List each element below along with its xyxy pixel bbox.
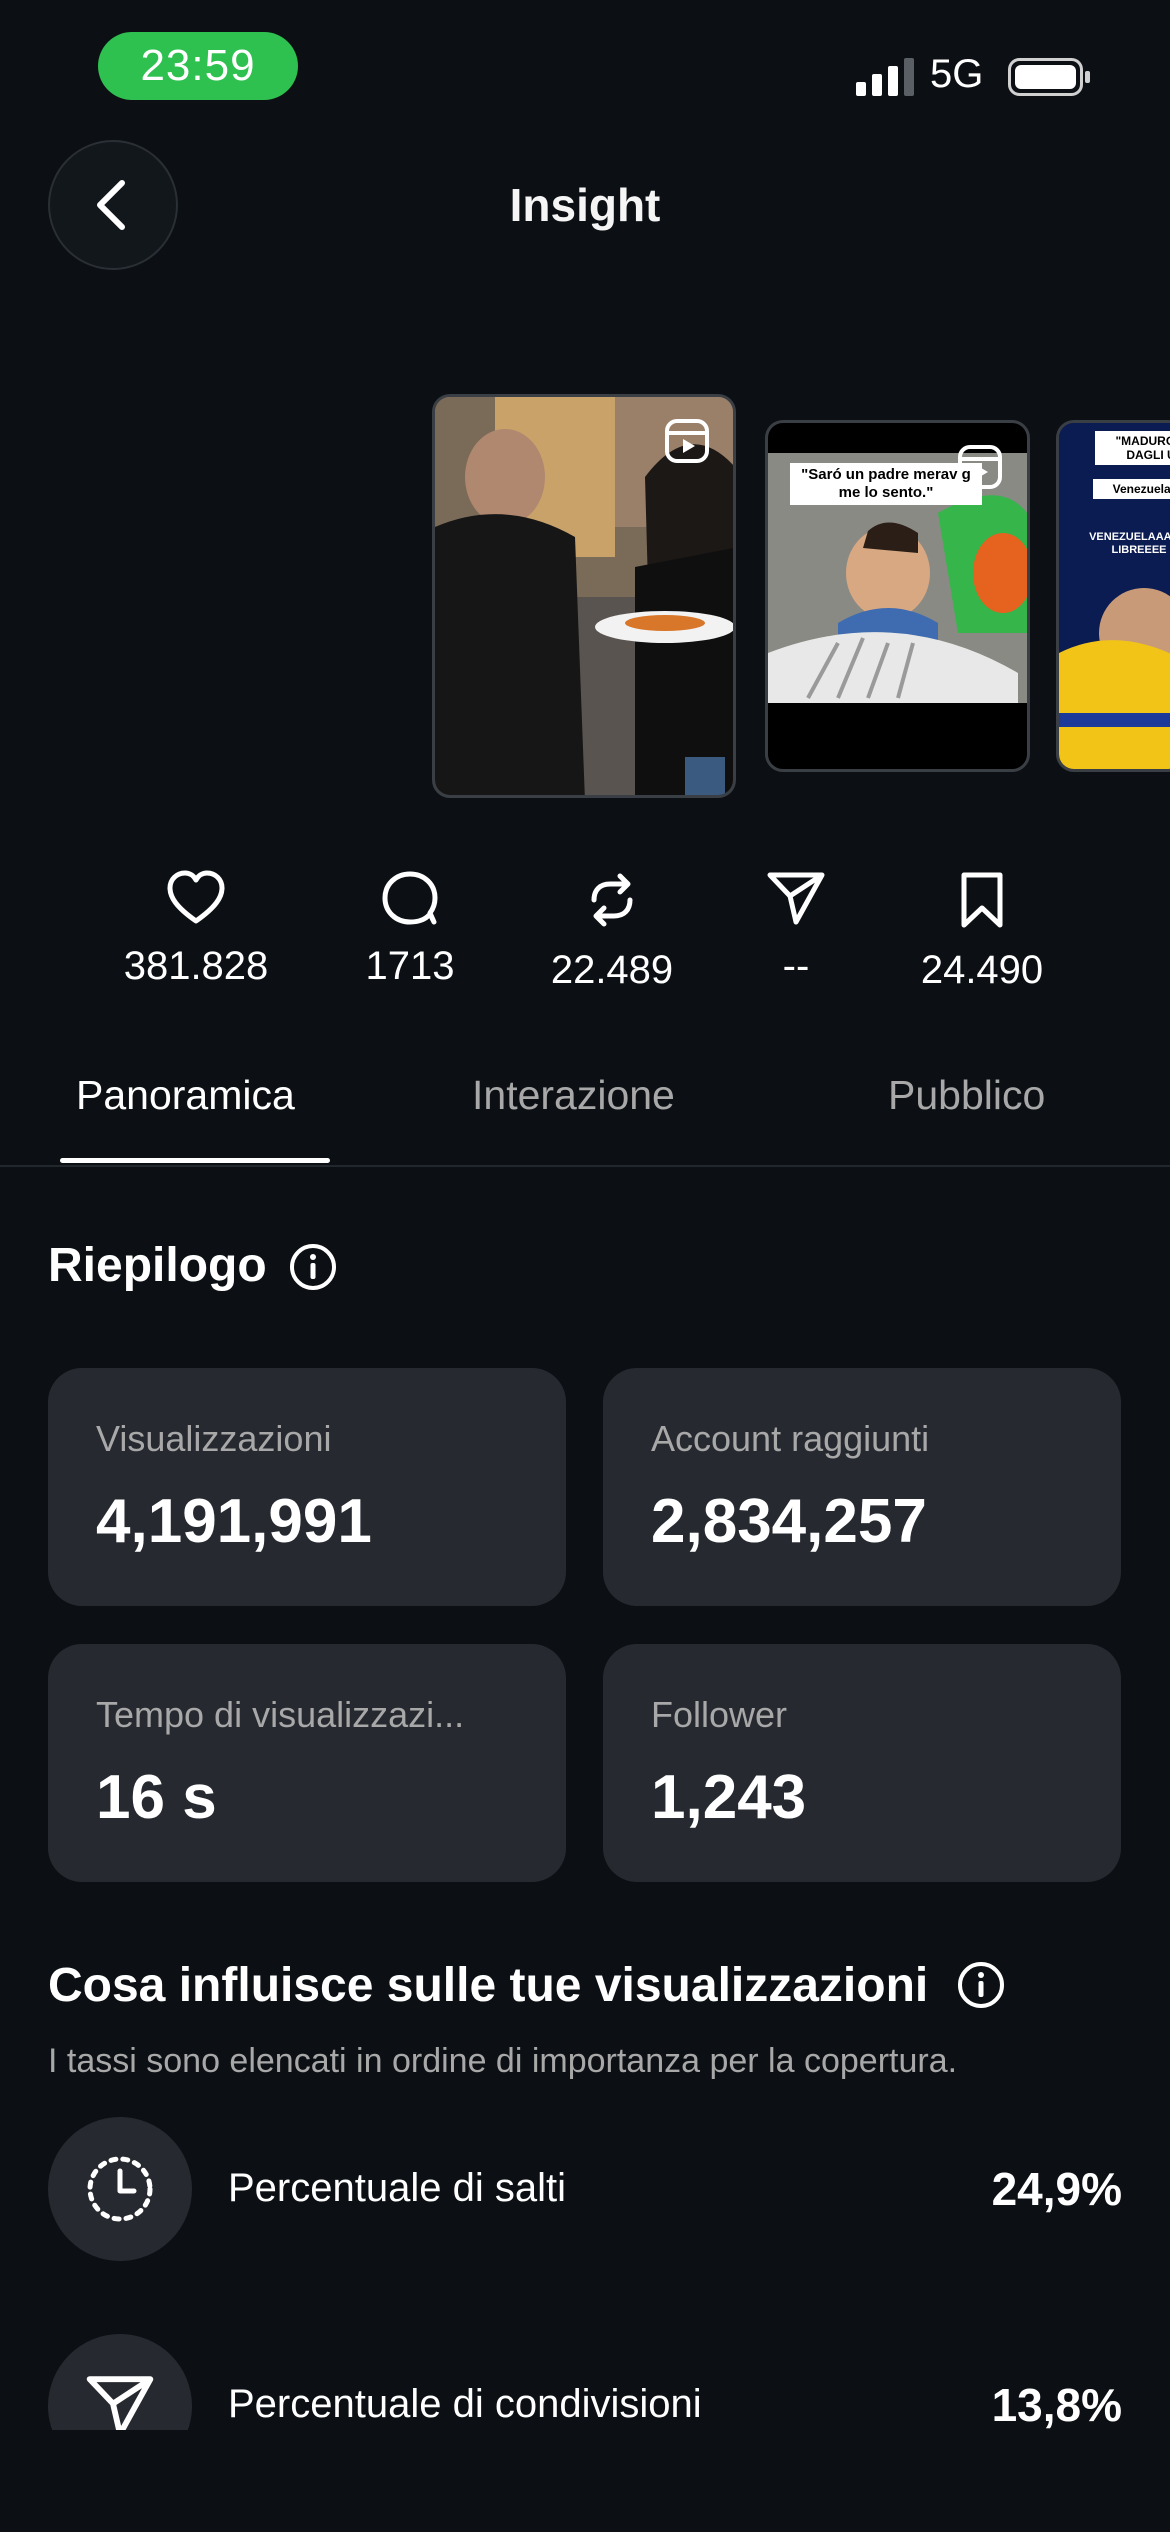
reposts-metric: 22.489: [512, 870, 712, 993]
thumbnail-caption: "MADURO V DAGLI U: [1095, 431, 1170, 465]
info-icon[interactable]: [288, 1242, 338, 1292]
share-rate-value: 13,8%: [991, 2379, 1122, 2431]
card-value: 1,243: [651, 1763, 807, 1832]
thumbnail-overlay-text: VENEZUELAAA ES LIBREEEE: [1089, 531, 1170, 556]
comments-metric: 1713: [310, 870, 510, 989]
repost-icon: [591, 873, 633, 927]
reel-thumbnail-image: [1059, 423, 1170, 769]
card-label: Tempo di visualizzazi...: [96, 1694, 465, 1735]
card-value: 16 s: [96, 1763, 217, 1832]
reposts-count: 22.489: [550, 948, 674, 992]
tab-interazione[interactable]: Interazione: [472, 1072, 675, 1119]
signal-icon: [856, 58, 914, 96]
reel-thumbnail-selected[interactable]: [432, 394, 736, 798]
share-rate-label: Percentuale di condivisioni: [228, 2382, 702, 2426]
card-label: Account raggiunti: [651, 1418, 930, 1459]
comments-count: 1713: [365, 944, 455, 988]
tab-pubblico[interactable]: Pubblico: [888, 1072, 1045, 1119]
card-value: 4,191,991: [96, 1487, 372, 1556]
skip-rate-label: Percentuale di salti: [228, 2166, 566, 2210]
skip-rate-value: 24,9%: [991, 2163, 1122, 2215]
accounts-reached-card[interactable]: Account raggiunti 2,834,257: [603, 1368, 1121, 1606]
heart-icon: [167, 870, 225, 924]
comment-icon: [382, 871, 438, 925]
card-label: Visualizzazioni: [96, 1418, 332, 1459]
reel-thumbnail[interactable]: "MADURO V DAGLI U Venezuelani: VENEZUELA…: [1056, 420, 1170, 772]
reel-thumbnail[interactable]: "Saró un padre meravig me lo sento.": [765, 420, 1030, 772]
saves-metric: 24.490: [882, 870, 1082, 993]
views-card[interactable]: Visualizzazioni 4,191,991: [48, 1368, 566, 1606]
thumbnail-caption: "Saró un padre meravig me lo sento.": [790, 463, 982, 505]
likes-count: 381.828: [123, 944, 269, 988]
status-time: 23:59: [98, 32, 298, 100]
shares-metric: --: [696, 870, 896, 989]
reel-icon: [958, 445, 1002, 489]
followers-card[interactable]: Follower 1,243: [603, 1644, 1121, 1882]
saves-count: 24.490: [920, 948, 1044, 992]
likes-metric: 381.828: [96, 870, 296, 989]
share-icon: [767, 872, 825, 925]
save-icon: [961, 872, 1003, 928]
shares-count: --: [782, 944, 810, 988]
card-value: 2,834,257: [651, 1487, 927, 1556]
thumbnail-subcaption: Venezuelani:: [1093, 479, 1170, 499]
bottom-mask: [0, 2430, 1170, 2532]
battery-icon: [1008, 58, 1090, 96]
tab-active-indicator: [60, 1158, 330, 1163]
watch-time-card[interactable]: Tempo di visualizzazi... 16 s: [48, 1644, 566, 1882]
page-title: Insight: [509, 179, 661, 231]
tab-divider: [0, 1165, 1170, 1167]
timer-icon: [87, 2156, 153, 2222]
skip-rate-icon-wrap: [48, 2117, 192, 2261]
influence-title: Cosa influisce sulle tue visualizzazioni: [48, 1959, 929, 2012]
network-label: 5G: [930, 52, 984, 96]
info-icon[interactable]: [956, 1960, 1006, 2010]
influence-subtitle: I tassi sono elencati in ordine di impor…: [48, 2042, 958, 2080]
reel-icon: [665, 419, 709, 463]
summary-title: Riepilogo: [48, 1239, 267, 1292]
card-label: Follower: [651, 1694, 788, 1735]
tab-panoramica[interactable]: Panoramica: [76, 1072, 295, 1119]
